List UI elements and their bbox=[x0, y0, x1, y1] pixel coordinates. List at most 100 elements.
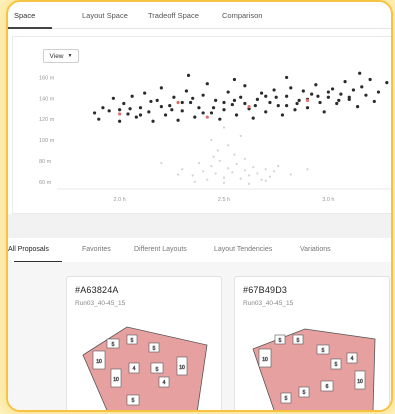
data-point[interactable] bbox=[272, 88, 276, 92]
data-point[interactable] bbox=[197, 106, 201, 110]
data-point[interactable] bbox=[256, 172, 259, 175]
data-point[interactable] bbox=[322, 110, 326, 114]
data-point[interactable] bbox=[285, 94, 289, 98]
data-point[interactable] bbox=[247, 174, 251, 177]
tab-favorites[interactable]: Favorites bbox=[82, 246, 111, 253]
data-point[interactable] bbox=[222, 100, 226, 105]
data-point[interactable] bbox=[176, 173, 180, 176]
data-point[interactable] bbox=[97, 117, 101, 121]
data-point[interactable] bbox=[289, 173, 292, 176]
data-point[interactable] bbox=[243, 169, 246, 172]
data-point[interactable] bbox=[360, 85, 364, 89]
data-point[interactable] bbox=[111, 96, 115, 100]
data-point[interactable] bbox=[147, 110, 151, 114]
data-point[interactable] bbox=[243, 157, 246, 160]
data-point[interactable] bbox=[232, 77, 237, 82]
data-point[interactable] bbox=[122, 101, 126, 106]
data-point[interactable] bbox=[130, 94, 134, 98]
data-point[interactable] bbox=[205, 82, 209, 86]
data-point[interactable] bbox=[335, 101, 339, 106]
data-point[interactable] bbox=[268, 175, 272, 178]
data-point[interactable] bbox=[227, 167, 230, 170]
data-point[interactable] bbox=[222, 126, 226, 129]
data-point[interactable] bbox=[239, 95, 243, 99]
data-point[interactable] bbox=[181, 168, 184, 171]
data-point[interactable] bbox=[326, 90, 330, 94]
data-point[interactable] bbox=[239, 134, 242, 137]
data-point[interactable] bbox=[168, 104, 172, 108]
data-point[interactable] bbox=[184, 89, 189, 93]
data-point[interactable] bbox=[330, 87, 335, 91]
data-point[interactable] bbox=[180, 109, 184, 113]
data-point[interactable] bbox=[273, 170, 276, 173]
data-point[interactable] bbox=[170, 108, 174, 112]
data-point[interactable] bbox=[151, 119, 155, 123]
data-point[interactable] bbox=[326, 95, 330, 99]
data-point[interactable] bbox=[247, 105, 251, 109]
data-point[interactable] bbox=[276, 104, 280, 108]
tab-layout-space[interactable]: Layout Space bbox=[82, 11, 128, 20]
data-point[interactable] bbox=[212, 155, 215, 158]
data-point[interactable] bbox=[356, 105, 360, 109]
data-point[interactable] bbox=[372, 99, 376, 104]
data-point[interactable] bbox=[230, 102, 234, 107]
data-point[interactable] bbox=[226, 90, 230, 94]
data-point[interactable] bbox=[231, 171, 234, 174]
data-point[interactable] bbox=[305, 106, 310, 110]
view-dropdown-button[interactable]: View ▼ bbox=[43, 49, 79, 63]
data-point[interactable] bbox=[210, 165, 213, 168]
data-point[interactable] bbox=[259, 91, 264, 95]
data-point[interactable] bbox=[118, 108, 122, 112]
data-point[interactable] bbox=[368, 77, 372, 82]
data-point[interactable] bbox=[277, 165, 280, 168]
data-point[interactable] bbox=[264, 94, 268, 98]
data-point[interactable] bbox=[211, 106, 216, 110]
data-point[interactable] bbox=[128, 107, 132, 111]
data-point[interactable] bbox=[163, 113, 168, 117]
data-point[interactable] bbox=[351, 88, 356, 92]
data-point[interactable] bbox=[176, 118, 180, 122]
data-point[interactable] bbox=[206, 178, 209, 181]
data-point[interactable] bbox=[239, 177, 242, 180]
tab-all-proposals[interactable]: All Proposals bbox=[8, 246, 49, 253]
tab-space[interactable]: Space bbox=[14, 11, 35, 20]
tab-layout-tendencies[interactable]: Layout Tendencies bbox=[214, 246, 272, 253]
data-point[interactable] bbox=[107, 109, 111, 113]
data-point[interactable] bbox=[274, 95, 278, 99]
data-point[interactable] bbox=[138, 113, 143, 117]
data-point[interactable] bbox=[268, 100, 272, 105]
data-point[interactable] bbox=[260, 178, 263, 181]
data-point[interactable] bbox=[191, 174, 194, 177]
data-point[interactable] bbox=[222, 176, 226, 179]
data-point[interactable] bbox=[101, 106, 105, 110]
data-point[interactable] bbox=[222, 181, 226, 184]
data-point[interactable] bbox=[159, 86, 163, 90]
data-point[interactable] bbox=[264, 179, 267, 182]
data-point[interactable] bbox=[253, 104, 257, 108]
data-point[interactable] bbox=[318, 100, 322, 105]
data-point[interactable] bbox=[293, 108, 297, 112]
tab-comparison[interactable]: Comparison bbox=[222, 11, 262, 20]
data-point[interactable] bbox=[251, 116, 255, 120]
data-point[interactable] bbox=[295, 101, 299, 106]
data-point[interactable] bbox=[358, 71, 362, 75]
data-point[interactable] bbox=[126, 112, 130, 116]
data-point[interactable] bbox=[201, 111, 205, 115]
data-point[interactable] bbox=[314, 83, 318, 87]
data-point[interactable] bbox=[297, 98, 301, 102]
data-point[interactable] bbox=[316, 94, 320, 98]
data-point[interactable] bbox=[118, 119, 122, 123]
data-point[interactable] bbox=[301, 89, 305, 93]
data-point[interactable] bbox=[247, 182, 251, 185]
data-point[interactable] bbox=[233, 153, 236, 156]
data-point[interactable] bbox=[197, 161, 201, 165]
data-point[interactable] bbox=[252, 166, 255, 169]
data-point[interactable] bbox=[376, 90, 381, 94]
data-point[interactable] bbox=[202, 170, 205, 173]
data-point[interactable] bbox=[310, 92, 314, 96]
data-point[interactable] bbox=[118, 112, 122, 116]
data-point[interactable] bbox=[92, 111, 97, 115]
data-point[interactable] bbox=[209, 111, 214, 115]
data-point[interactable] bbox=[172, 95, 176, 99]
data-point[interactable] bbox=[160, 161, 163, 165]
